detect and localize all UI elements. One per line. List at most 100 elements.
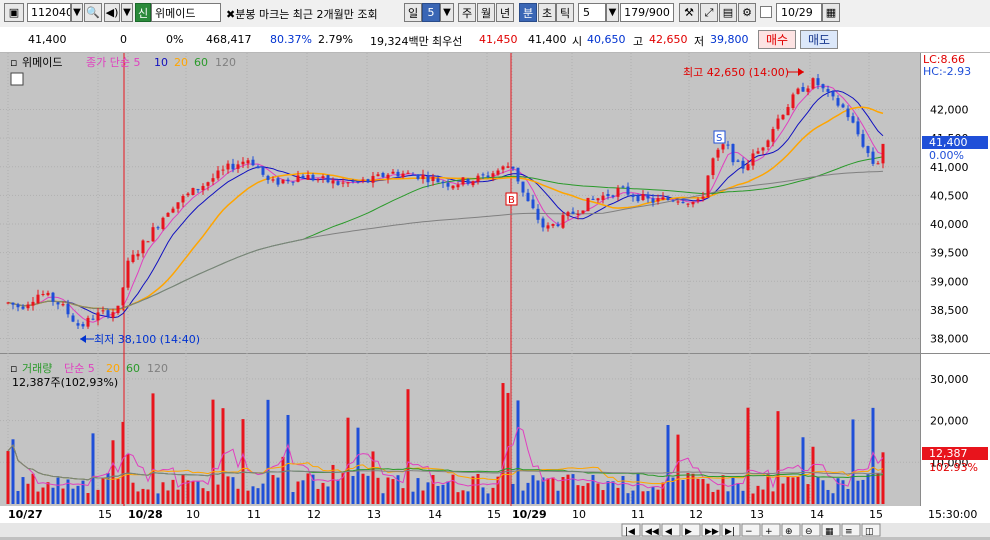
candle: [221, 169, 225, 171]
volume-bar: [881, 452, 885, 504]
scroll-button-label[interactable]: −: [745, 527, 753, 537]
volume-bar: [361, 473, 365, 504]
volume-bar: [351, 475, 355, 504]
candle: [591, 198, 595, 200]
date-input[interactable]: 10/29: [776, 3, 822, 22]
buy-button[interactable]: 매수: [758, 30, 796, 49]
minute-value-input[interactable]: 5: [578, 3, 606, 22]
best-bid-value: 41,400: [528, 33, 567, 46]
candle: [636, 195, 640, 202]
candle: [806, 88, 810, 92]
volume-bar: [256, 488, 260, 504]
chart-tool-icon[interactable]: ⚒: [679, 3, 699, 22]
high-annotation: 최고 42,650 (14:00): [683, 66, 789, 79]
candle: [6, 302, 10, 304]
minute-dropdown-icon[interactable]: ▼: [606, 3, 619, 22]
candle: [781, 114, 785, 120]
period-week-button[interactable]: 주: [458, 3, 476, 22]
volume-panel[interactable]: [0, 354, 920, 506]
code-dropdown-icon[interactable]: ▼: [71, 3, 83, 22]
volume-bar: [131, 482, 135, 504]
scroll-button-label[interactable]: ⊖: [805, 527, 813, 537]
volume-legend-ma: 단순 5: [64, 362, 95, 375]
candle: [501, 166, 505, 170]
count-field[interactable]: 179/900: [620, 3, 674, 22]
scroll-button-label[interactable]: ≡: [845, 527, 853, 537]
period-dropdown-icon[interactable]: ▼: [440, 3, 454, 22]
scroll-button-label[interactable]: ▶|: [725, 527, 735, 537]
scroll-button-label[interactable]: ◀◀: [645, 527, 659, 537]
period-tick-button[interactable]: 틱: [556, 3, 574, 22]
stock-name-field[interactable]: 위메이드: [151, 3, 221, 22]
grid-toggle-icon[interactable]: ▫: [10, 56, 17, 69]
price-panel[interactable]: [0, 53, 920, 353]
volume-bar: [526, 482, 530, 504]
volume-bar: [451, 474, 455, 504]
period-5-button[interactable]: 5: [422, 3, 440, 22]
time-tick-label: 14: [428, 508, 442, 521]
volume-bar: [631, 490, 635, 504]
volume-bar: [651, 487, 655, 504]
window-icon[interactable]: ▣: [4, 3, 24, 22]
volume-ratio-value: 80.37%: [270, 33, 312, 46]
buy-marker[interactable]: B: [508, 195, 515, 206]
volume-bar: [136, 491, 140, 504]
volume-bar: [551, 477, 555, 504]
save-icon[interactable]: ▤: [719, 3, 737, 22]
volume-bar: [636, 473, 640, 504]
scroll-button-label[interactable]: ◫: [865, 527, 874, 537]
settings-gear-icon[interactable]: ⚙: [738, 3, 756, 22]
candle: [846, 108, 850, 118]
period-second-button[interactable]: 초: [538, 3, 556, 22]
zoom-icon[interactable]: ⤢: [700, 3, 718, 22]
period-month-button[interactable]: 월: [477, 3, 495, 22]
volume-bar: [101, 478, 105, 504]
scroll-button-label[interactable]: ⊕: [785, 527, 793, 537]
price-legend-ma120: 120: [215, 56, 236, 69]
current-vol-tag: 12,387: [929, 447, 968, 460]
best-ask-label: 최우선: [432, 35, 463, 48]
candle: [321, 176, 325, 178]
chart-area[interactable]: 42,00041,50041,00040,50040,00039,50039,0…: [0, 53, 990, 537]
candle: [376, 174, 380, 177]
volume-bar: [441, 484, 445, 504]
chart-svg[interactable]: 42,00041,50041,00040,50040,00039,50039,0…: [0, 53, 990, 537]
new-listing-badge: 신: [135, 3, 151, 22]
speaker-dropdown-icon[interactable]: ▼: [121, 3, 133, 22]
scroll-button-label[interactable]: ▶: [685, 527, 692, 537]
candle: [456, 184, 460, 188]
scroll-button-label[interactable]: ▶▶: [705, 527, 719, 537]
amount-value: 19,324백만: [370, 35, 429, 48]
period-day-button[interactable]: 일: [404, 3, 422, 22]
candle: [651, 198, 655, 203]
volume-bar: [756, 485, 760, 504]
period-year-button[interactable]: 년: [496, 3, 514, 22]
sell-button[interactable]: 매도: [800, 30, 838, 49]
volume-bar: [771, 491, 775, 504]
candle: [26, 304, 30, 309]
volume-toggle-icon[interactable]: ▫: [10, 362, 17, 375]
volume-bar: [586, 483, 590, 504]
date-checkbox[interactable]: [760, 6, 772, 18]
calendar-icon[interactable]: ▦: [822, 3, 840, 22]
candle: [331, 180, 335, 184]
price-tick-label: 41,000: [930, 161, 969, 174]
speaker-icon[interactable]: ◀): [104, 3, 120, 22]
sell-marker[interactable]: S: [716, 133, 722, 144]
grid-icon[interactable]: [10, 72, 24, 86]
candle: [406, 172, 410, 174]
period-minute-button[interactable]: 분: [519, 3, 537, 22]
candle: [266, 175, 270, 180]
time-tick-label: 11: [631, 508, 645, 521]
scroll-button-label[interactable]: ◀: [665, 527, 672, 537]
stock-code-input[interactable]: 112040: [27, 3, 71, 22]
candle: [386, 174, 390, 179]
volume-bar: [531, 475, 535, 504]
scroll-button-label[interactable]: +: [765, 527, 773, 537]
volume-bar: [321, 482, 325, 504]
volume-bar: [591, 474, 595, 504]
scroll-button-label[interactable]: ▦: [825, 527, 834, 537]
candle: [731, 143, 735, 163]
scroll-button-label[interactable]: |◀: [625, 527, 635, 537]
search-icon[interactable]: 🔍: [84, 3, 102, 22]
